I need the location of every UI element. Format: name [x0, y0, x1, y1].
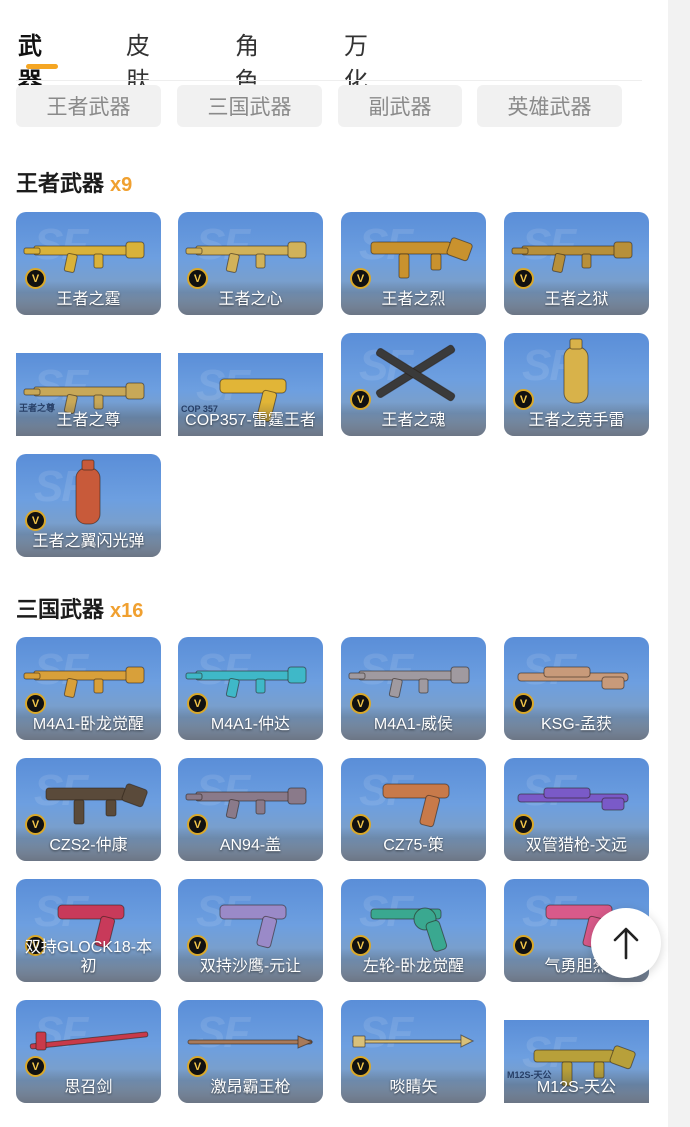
tabs-divider: [16, 80, 642, 81]
weapon-name: CZ75-策: [383, 837, 444, 854]
section-count: x9: [110, 174, 133, 196]
vip-badge-icon: V: [350, 935, 371, 956]
section-title-king-weapons: 王者武器 x9: [16, 166, 132, 198]
weapon-name: 双管猎枪-文远: [525, 837, 628, 854]
vip-badge-icon: V: [350, 389, 371, 410]
weapon-card[interactable]: SFCOP 357COP357-雷霆王者: [178, 353, 323, 436]
weapon-card[interactable]: SFV双持GLOCK18-本初: [16, 879, 161, 982]
weapon-name: M4A1-威侯: [373, 716, 454, 733]
weapon-card[interactable]: SFM12S-天公M12S-天公: [504, 1020, 649, 1103]
weapon-card[interactable]: SFV双持沙鹰-元让: [178, 879, 323, 982]
weapon-name: 王者之霆: [56, 291, 121, 308]
section-title-three-kingdoms: 三国武器 x16: [16, 592, 143, 624]
weapon-name: 双持GLOCK18-本初: [24, 939, 153, 975]
section-count: x16: [110, 600, 144, 622]
weapon-name: KSG-孟获: [540, 716, 613, 733]
vip-badge-icon: V: [187, 935, 208, 956]
scroll-to-top-button[interactable]: [591, 908, 661, 978]
weapon-name: 王者之尊: [56, 412, 121, 429]
weapon-card[interactable]: SF V M4A1-卧龙觉醒: [16, 637, 161, 740]
weapon-card[interactable]: SF V 激昂霸王枪: [178, 1000, 323, 1103]
weapon-card[interactable]: SFVKSG-孟获: [504, 637, 649, 740]
weapon-card[interactable]: SFV双管猎枪-文远: [504, 758, 649, 861]
weapon-card[interactable]: SF V 王者之魂: [341, 333, 486, 436]
weapon-card[interactable]: SF V 王者之心: [178, 212, 323, 315]
filter-chip-three-kingdoms[interactable]: 三国武器: [177, 85, 322, 127]
vip-badge-icon: V: [350, 814, 371, 835]
vip-badge-icon: V: [513, 693, 534, 714]
weapon-card[interactable]: SF V 王者之竞手雷: [504, 333, 649, 436]
vip-badge-icon: V: [350, 1056, 371, 1077]
filter-chip-king-weapons[interactable]: 王者武器: [16, 85, 161, 127]
weapon-name: 王者之心: [218, 291, 283, 308]
filter-chip-secondary[interactable]: 副武器: [338, 85, 462, 127]
weapon-name: COP357-雷霆王者: [185, 412, 316, 429]
weapon-card[interactable]: SF V 啖睛矢: [341, 1000, 486, 1103]
weapon-name: M12S-天公: [536, 1079, 617, 1096]
weapon-name: 王者之烈: [381, 291, 446, 308]
weapon-card[interactable]: SFV左轮-卧龙觉醒: [341, 879, 486, 982]
vip-badge-icon: V: [187, 268, 208, 289]
weapon-name: AN94-盖: [219, 837, 282, 854]
weapon-name: M4A1-卧龙觉醒: [32, 716, 145, 733]
section-title-text: 王者武器: [16, 171, 105, 196]
weapon-card[interactable]: SFVCZS2-仲康: [16, 758, 161, 861]
weapon-card[interactable]: SF V AN94-盖: [178, 758, 323, 861]
vip-badge-icon: V: [350, 268, 371, 289]
weapon-name: 王者之翼闪光弹: [32, 533, 145, 550]
weapon-name: CZS2-仲康: [49, 837, 128, 854]
weapon-name: 王者之竞手雷: [528, 412, 625, 429]
weapon-name: 王者之狱: [544, 291, 609, 308]
weapon-card[interactable]: SFVCZ75-策: [341, 758, 486, 861]
weapon-card[interactable]: SF 王者之尊 王者之尊: [16, 353, 161, 436]
weapon-card[interactable]: SF V 思召剑: [16, 1000, 161, 1103]
filter-chip-hero-weapons[interactable]: 英雄武器: [477, 85, 622, 127]
weapon-name: 左轮-卧龙觉醒: [362, 958, 465, 975]
weapon-name: 王者之魂: [381, 412, 446, 429]
weapon-name: 双持沙鹰-元让: [199, 958, 302, 975]
section-title-text: 三国武器: [16, 597, 105, 622]
vip-badge-icon: V: [25, 814, 46, 835]
vip-badge-icon: V: [513, 814, 534, 835]
vip-badge-icon: V: [25, 268, 46, 289]
weapon-card[interactable]: SFV王者之烈: [341, 212, 486, 315]
weapon-name: 激昂霸王枪: [210, 1079, 291, 1096]
weapon-card[interactable]: SF V M4A1-仲达: [178, 637, 323, 740]
weapon-name: 思召剑: [64, 1079, 113, 1096]
weapon-card[interactable]: SF V 王者之霆: [16, 212, 161, 315]
vip-badge-icon: V: [513, 389, 534, 410]
arrow-up-icon: [613, 927, 639, 960]
vip-badge-icon: V: [513, 268, 534, 289]
vip-badge-icon: V: [25, 693, 46, 714]
vip-badge-icon: V: [25, 1056, 46, 1077]
weapon-name: 啖睛矢: [389, 1079, 438, 1096]
vip-badge-icon: V: [513, 935, 534, 956]
vip-badge-icon: V: [350, 693, 371, 714]
vip-badge-icon: V: [187, 814, 208, 835]
vip-badge-icon: V: [25, 510, 46, 531]
scroll-track: [668, 0, 690, 1127]
weapon-card[interactable]: SF V 王者之狱: [504, 212, 649, 315]
active-tab-indicator: [26, 64, 58, 69]
weapon-card[interactable]: SF V 王者之翼闪光弹: [16, 454, 161, 557]
weapon-name: M4A1-仲达: [210, 716, 291, 733]
vip-badge-icon: V: [187, 693, 208, 714]
weapon-card[interactable]: SF V M4A1-威侯: [341, 637, 486, 740]
vip-badge-icon: V: [187, 1056, 208, 1077]
